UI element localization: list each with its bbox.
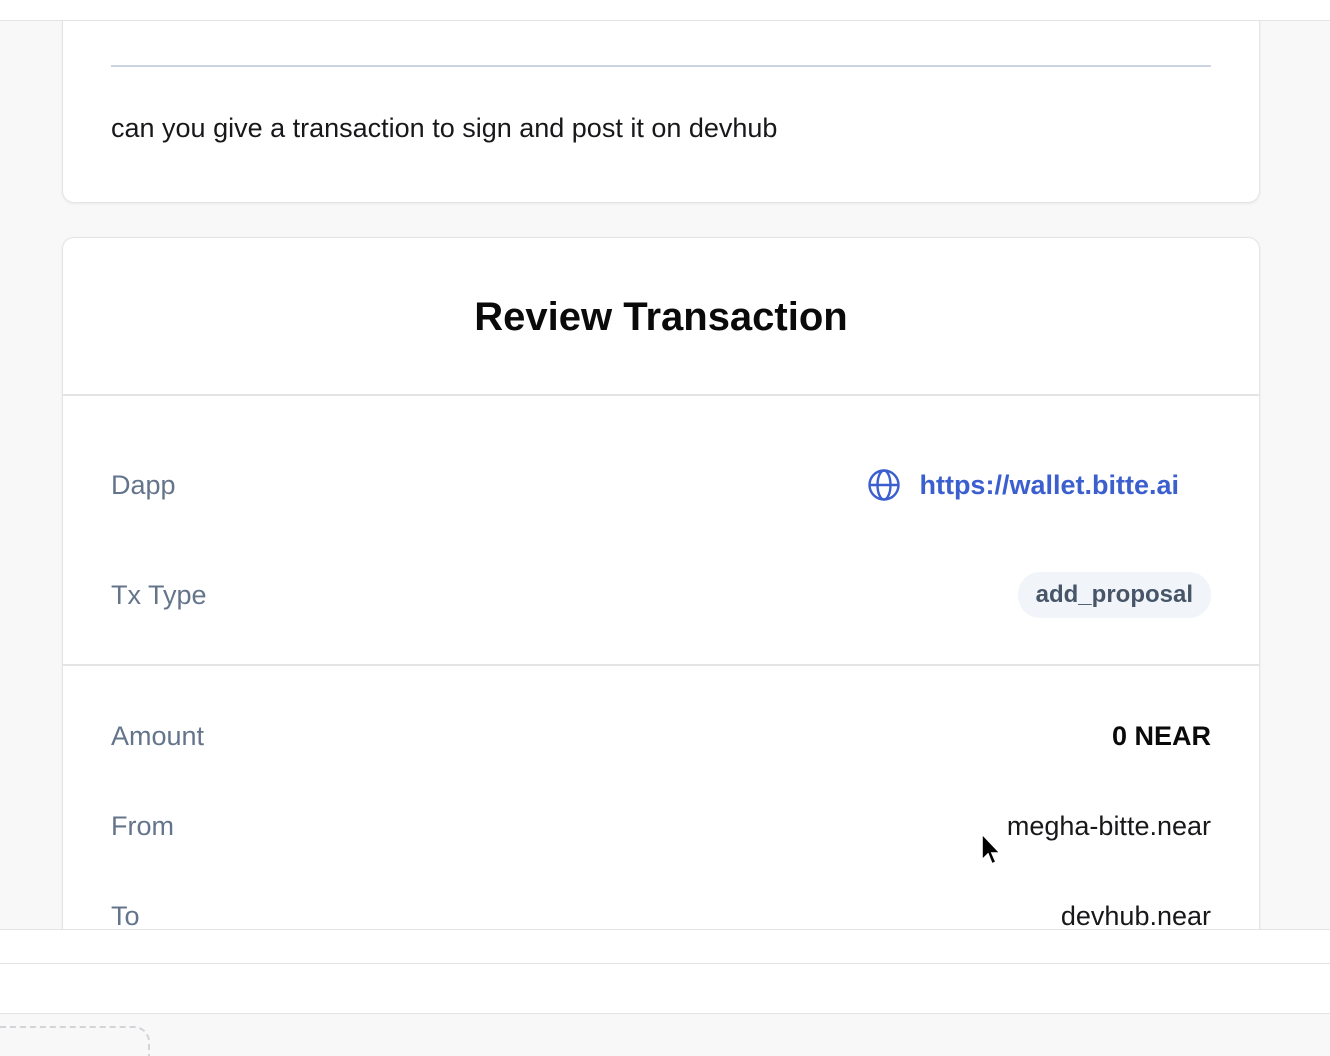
tx-type-row: Tx Type add_proposal — [111, 572, 1211, 618]
dapp-link[interactable]: https://wallet.bitte.ai — [867, 468, 1179, 502]
user-message-card: can you give a transaction to sign and p… — [62, 21, 1260, 203]
bottom-toolbar — [0, 929, 1330, 964]
from-value: megha-bitte.near — [1006, 810, 1211, 841]
amount-value: 0 NEAR — [1111, 720, 1211, 751]
tx-type-badge: add_proposal — [1017, 572, 1211, 618]
to-value: devhub.near — [1060, 900, 1211, 930]
user-message-text: can you give a transaction to sign and p… — [111, 113, 778, 143]
review-transaction-header: Review Transaction — [63, 238, 1259, 396]
dapp-url: https://wallet.bitte.ai — [919, 469, 1179, 500]
chat-scroll-area[interactable]: can you give a transaction to sign and p… — [0, 21, 1330, 929]
review-transaction-title: Review Transaction — [474, 294, 848, 339]
message-divider — [111, 65, 1211, 67]
section-divider — [63, 664, 1259, 666]
amount-row: Amount 0 NEAR — [111, 714, 1211, 758]
dapp-row: Dapp https://wallet.bitte.ai — [111, 463, 1211, 507]
globe-icon — [868, 469, 901, 501]
bottom-input-bar[interactable] — [0, 964, 1330, 1014]
from-row: From megha-bitte.near — [111, 804, 1211, 848]
tx-type-label: Tx Type — [111, 579, 207, 610]
top-bar — [0, 0, 1330, 21]
amount-label: Amount — [111, 720, 205, 751]
dashed-outline — [0, 1026, 150, 1056]
to-label: To — [111, 900, 140, 930]
to-row: To devhub.near — [111, 894, 1211, 930]
from-label: From — [111, 810, 174, 841]
dapp-label: Dapp — [111, 469, 176, 500]
review-transaction-card: Review Transaction Dapp https://wallet.b… — [62, 237, 1260, 929]
